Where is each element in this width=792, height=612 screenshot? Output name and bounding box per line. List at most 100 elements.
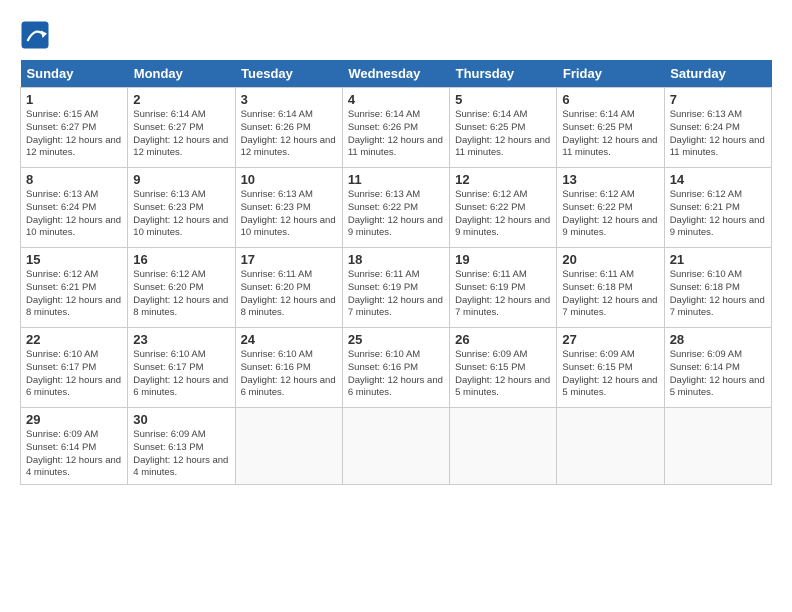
calendar-week-row: 8 Sunrise: 6:13 AMSunset: 6:24 PMDaylight…	[21, 168, 772, 248]
calendar-day-cell: 27Sunrise: 6:09 AMSunset: 6:15 PMDayligh…	[557, 328, 664, 408]
weekday-header-monday: Monday	[128, 60, 235, 88]
calendar-day-cell: 30 Sunrise: 6:09 AMSunset: 6:13 PMDayligh…	[128, 408, 235, 485]
calendar-day-cell: 4 Sunrise: 6:14 AMSunset: 6:26 PMDaylight…	[342, 88, 449, 168]
calendar-week-row: 1 Sunrise: 6:15 AMSunset: 6:27 PMDaylight…	[21, 88, 772, 168]
day-number: 3	[241, 92, 337, 107]
day-number: 15	[26, 252, 122, 267]
page-header	[20, 20, 772, 50]
calendar-table: SundayMondayTuesdayWednesdayThursdayFrid…	[20, 60, 772, 485]
day-info: Sunrise: 6:13 AMSunset: 6:23 PMDaylight:…	[133, 189, 229, 240]
day-info: Sunrise: 6:11 AMSunset: 6:19 PMDaylight:…	[455, 269, 551, 320]
day-number: 21	[670, 252, 766, 267]
day-info: Sunrise: 6:10 AMSunset: 6:17 PMDaylight:…	[133, 349, 229, 400]
day-number: 10	[241, 172, 337, 187]
day-info: Sunrise: 6:13 AMSunset: 6:24 PMDaylight:…	[26, 189, 122, 240]
day-number: 22	[26, 332, 122, 347]
day-number: 19	[455, 252, 551, 267]
day-number: 4	[348, 92, 444, 107]
calendar-day-cell: 17Sunrise: 6:11 AMSunset: 6:20 PMDayligh…	[235, 248, 342, 328]
day-number: 23	[133, 332, 229, 347]
day-number: 8	[26, 172, 122, 187]
calendar-day-cell: 14 Sunrise: 6:12 AMSunset: 6:21 PMDayligh…	[664, 168, 771, 248]
calendar-day-cell: 11Sunrise: 6:13 AMSunset: 6:22 PMDayligh…	[342, 168, 449, 248]
day-number: 6	[562, 92, 658, 107]
calendar-day-cell: 2Sunrise: 6:14 AMSunset: 6:27 PMDaylight…	[128, 88, 235, 168]
day-info: Sunrise: 6:10 AMSunset: 6:16 PMDaylight:…	[348, 349, 444, 400]
calendar-day-cell: 20Sunrise: 6:11 AMSunset: 6:18 PMDayligh…	[557, 248, 664, 328]
day-info: Sunrise: 6:09 AMSunset: 6:15 PMDaylight:…	[562, 349, 658, 400]
day-info: Sunrise: 6:14 AMSunset: 6:25 PMDaylight:…	[455, 109, 551, 160]
day-info: Sunrise: 6:12 AMSunset: 6:22 PMDaylight:…	[455, 189, 551, 240]
calendar-day-cell: 3Sunrise: 6:14 AMSunset: 6:26 PMDaylight…	[235, 88, 342, 168]
weekday-header-friday: Friday	[557, 60, 664, 88]
day-number: 1	[26, 92, 122, 107]
day-info: Sunrise: 6:13 AMSunset: 6:23 PMDaylight:…	[241, 189, 337, 240]
calendar-day-cell: 24 Sunrise: 6:10 AMSunset: 6:16 PMDayligh…	[235, 328, 342, 408]
calendar-day-cell	[664, 408, 771, 485]
calendar-day-cell: 23 Sunrise: 6:10 AMSunset: 6:17 PMDayligh…	[128, 328, 235, 408]
day-number: 2	[133, 92, 229, 107]
calendar-day-cell: 6 Sunrise: 6:14 AMSunset: 6:25 PMDaylight…	[557, 88, 664, 168]
calendar-day-cell	[235, 408, 342, 485]
calendar-day-cell: 5 Sunrise: 6:14 AMSunset: 6:25 PMDaylight…	[450, 88, 557, 168]
day-number: 18	[348, 252, 444, 267]
calendar-day-cell	[342, 408, 449, 485]
day-number: 13	[562, 172, 658, 187]
calendar-header-row: SundayMondayTuesdayWednesdayThursdayFrid…	[21, 60, 772, 88]
calendar-week-row: 29Sunrise: 6:09 AMSunset: 6:14 PMDayligh…	[21, 408, 772, 485]
calendar-day-cell: 29Sunrise: 6:09 AMSunset: 6:14 PMDayligh…	[21, 408, 128, 485]
logo-icon	[20, 20, 50, 50]
day-number: 11	[348, 172, 444, 187]
weekday-header-saturday: Saturday	[664, 60, 771, 88]
calendar-day-cell: 7 Sunrise: 6:13 AMSunset: 6:24 PMDaylight…	[664, 88, 771, 168]
day-info: Sunrise: 6:12 AMSunset: 6:21 PMDaylight:…	[670, 189, 766, 240]
weekday-header-thursday: Thursday	[450, 60, 557, 88]
day-number: 12	[455, 172, 551, 187]
day-info: Sunrise: 6:10 AMSunset: 6:16 PMDaylight:…	[241, 349, 337, 400]
calendar-week-row: 15 Sunrise: 6:12 AMSunset: 6:21 PMDayligh…	[21, 248, 772, 328]
calendar-day-cell: 1 Sunrise: 6:15 AMSunset: 6:27 PMDaylight…	[21, 88, 128, 168]
calendar-day-cell: 13Sunrise: 6:12 AMSunset: 6:22 PMDayligh…	[557, 168, 664, 248]
calendar-day-cell: 28 Sunrise: 6:09 AMSunset: 6:14 PMDayligh…	[664, 328, 771, 408]
day-number: 5	[455, 92, 551, 107]
day-number: 28	[670, 332, 766, 347]
day-info: Sunrise: 6:09 AMSunset: 6:13 PMDaylight:…	[133, 429, 229, 480]
day-info: Sunrise: 6:14 AMSunset: 6:25 PMDaylight:…	[562, 109, 658, 160]
day-info: Sunrise: 6:13 AMSunset: 6:24 PMDaylight:…	[670, 109, 766, 160]
weekday-header-sunday: Sunday	[21, 60, 128, 88]
day-info: Sunrise: 6:12 AMSunset: 6:20 PMDaylight:…	[133, 269, 229, 320]
day-info: Sunrise: 6:09 AMSunset: 6:14 PMDaylight:…	[670, 349, 766, 400]
day-info: Sunrise: 6:09 AMSunset: 6:15 PMDaylight:…	[455, 349, 551, 400]
calendar-week-row: 22 Sunrise: 6:10 AMSunset: 6:17 PMDayligh…	[21, 328, 772, 408]
day-number: 26	[455, 332, 551, 347]
calendar-day-cell: 22 Sunrise: 6:10 AMSunset: 6:17 PMDayligh…	[21, 328, 128, 408]
day-number: 9	[133, 172, 229, 187]
calendar-day-cell: 9 Sunrise: 6:13 AMSunset: 6:23 PMDaylight…	[128, 168, 235, 248]
calendar-day-cell: 10 Sunrise: 6:13 AMSunset: 6:23 PMDayligh…	[235, 168, 342, 248]
calendar-day-cell: 12 Sunrise: 6:12 AMSunset: 6:22 PMDayligh…	[450, 168, 557, 248]
day-info: Sunrise: 6:10 AMSunset: 6:18 PMDaylight:…	[670, 269, 766, 320]
day-number: 24	[241, 332, 337, 347]
day-info: Sunrise: 6:14 AMSunset: 6:26 PMDaylight:…	[348, 109, 444, 160]
day-info: Sunrise: 6:12 AMSunset: 6:21 PMDaylight:…	[26, 269, 122, 320]
calendar-day-cell: 16Sunrise: 6:12 AMSunset: 6:20 PMDayligh…	[128, 248, 235, 328]
calendar-day-cell: 26 Sunrise: 6:09 AMSunset: 6:15 PMDayligh…	[450, 328, 557, 408]
weekday-header-tuesday: Tuesday	[235, 60, 342, 88]
calendar-day-cell: 25Sunrise: 6:10 AMSunset: 6:16 PMDayligh…	[342, 328, 449, 408]
calendar-day-cell: 8 Sunrise: 6:13 AMSunset: 6:24 PMDaylight…	[21, 168, 128, 248]
day-info: Sunrise: 6:15 AMSunset: 6:27 PMDaylight:…	[26, 109, 122, 160]
weekday-header-wednesday: Wednesday	[342, 60, 449, 88]
day-info: Sunrise: 6:11 AMSunset: 6:18 PMDaylight:…	[562, 269, 658, 320]
logo	[20, 20, 54, 50]
calendar-day-cell	[450, 408, 557, 485]
day-info: Sunrise: 6:11 AMSunset: 6:19 PMDaylight:…	[348, 269, 444, 320]
calendar-day-cell: 15 Sunrise: 6:12 AMSunset: 6:21 PMDayligh…	[21, 248, 128, 328]
calendar-day-cell: 18 Sunrise: 6:11 AMSunset: 6:19 PMDayligh…	[342, 248, 449, 328]
calendar-day-cell: 21 Sunrise: 6:10 AMSunset: 6:18 PMDayligh…	[664, 248, 771, 328]
day-info: Sunrise: 6:11 AMSunset: 6:20 PMDaylight:…	[241, 269, 337, 320]
day-number: 7	[670, 92, 766, 107]
day-info: Sunrise: 6:10 AMSunset: 6:17 PMDaylight:…	[26, 349, 122, 400]
day-number: 30	[133, 412, 229, 427]
day-info: Sunrise: 6:09 AMSunset: 6:14 PMDaylight:…	[26, 429, 122, 480]
day-number: 14	[670, 172, 766, 187]
